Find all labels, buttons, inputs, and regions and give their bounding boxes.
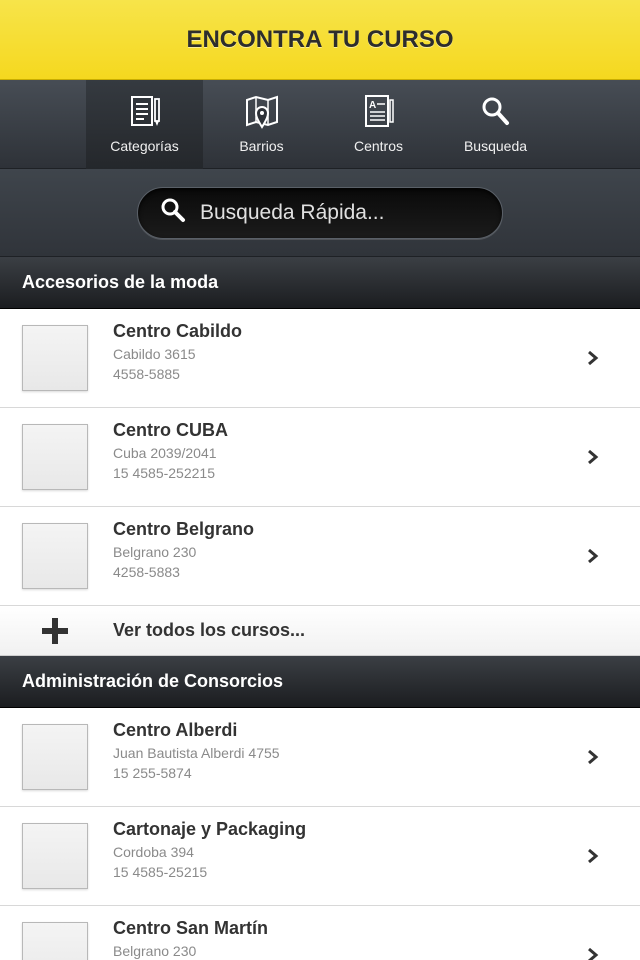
item-address: Cordoba 394 <box>113 844 194 860</box>
item-phone: 4258-5883 <box>113 564 180 580</box>
tab-categorias[interactable]: Categorías <box>86 80 203 169</box>
item-address: Belgrano 230 <box>113 943 197 959</box>
map-pin-icon <box>242 92 282 132</box>
building-list-icon: A <box>359 92 399 132</box>
tab-busqueda[interactable]: Busqueda <box>437 80 554 169</box>
tab-barrios[interactable]: Barrios <box>203 80 320 169</box>
document-pencil-icon <box>125 92 165 132</box>
chevron-right-icon <box>588 548 599 564</box>
thumbnail <box>22 523 88 589</box>
app-header: ENCONTRA TU CURSO <box>0 0 640 80</box>
thumbnail <box>22 724 88 790</box>
see-all-label: Ver todos los cursos... <box>113 620 306 640</box>
chevron-right-icon <box>588 350 599 366</box>
chevron-right-icon <box>588 947 599 960</box>
item-name: Cartonaje y Packaging <box>113 819 307 839</box>
plus-icon <box>42 618 68 644</box>
thumbnail <box>22 823 88 889</box>
tab-label: Busqueda <box>463 138 528 154</box>
item-name: Centro Alberdi <box>113 720 238 740</box>
page-title: ENCONTRA TU CURSO <box>186 25 454 53</box>
thumbnail <box>22 325 88 391</box>
item-address: Juan Bautista Alberdi 4755 <box>113 745 280 761</box>
item-name: Centro Belgrano <box>113 519 255 539</box>
search-icon <box>476 92 516 132</box>
item-address: Cuba 2039/2041 <box>113 445 217 461</box>
item-address: Belgrano 230 <box>113 544 197 560</box>
item-phone: 15 4585-252215 <box>113 465 215 481</box>
section-title: Administración de Consorcios <box>22 671 284 691</box>
section-header: Administración de Consorcios <box>0 656 640 708</box>
thumbnail <box>22 424 88 490</box>
thumbnail <box>22 922 88 960</box>
chevron-right-icon <box>588 749 599 765</box>
tab-label: Categorías <box>110 138 179 154</box>
section-title: Accesorios de la moda <box>22 272 219 292</box>
search-placeholder: Busqueda Rápida... <box>200 200 385 224</box>
list-item[interactable]: Cartonaje y Packaging Cordoba 394 15 458… <box>0 807 640 906</box>
item-name: Centro Cabildo <box>113 321 242 341</box>
item-phone: 15 4585-25215 <box>113 864 208 880</box>
tab-label: Barrios <box>239 138 284 154</box>
search-input[interactable]: Busqueda Rápida... <box>137 186 503 239</box>
see-all-courses-button[interactable]: Ver todos los cursos... <box>0 606 640 656</box>
chevron-right-icon <box>588 848 599 864</box>
list-item[interactable]: Centro Cabildo Cabildo 3615 4558-5885 <box>0 309 640 408</box>
list-item[interactable]: Centro Belgrano Belgrano 230 4258-5883 <box>0 507 640 606</box>
item-phone: 15 255-5874 <box>113 765 192 781</box>
chevron-right-icon <box>588 449 599 465</box>
tab-bar: Categorías Barrios A Centros Busqueda <box>0 80 640 169</box>
tab-label: Centros <box>353 138 404 154</box>
item-address: Cabildo 3615 <box>113 346 196 362</box>
item-name: Centro CUBA <box>113 420 228 440</box>
item-name: Centro San Martín <box>113 918 269 938</box>
svg-text:A: A <box>369 100 376 111</box>
tab-centros[interactable]: A Centros <box>320 80 437 169</box>
section-header: Accesorios de la moda <box>0 257 640 309</box>
search-icon <box>160 197 186 228</box>
item-phone: 4558-5885 <box>113 366 180 382</box>
list-item[interactable]: Centro San Martín Belgrano 230 <box>0 906 640 960</box>
list-item[interactable]: Centro CUBA Cuba 2039/2041 15 4585-25221… <box>0 408 640 507</box>
search-bar: Busqueda Rápida... <box>0 169 640 257</box>
list-item[interactable]: Centro Alberdi Juan Bautista Alberdi 475… <box>0 708 640 807</box>
